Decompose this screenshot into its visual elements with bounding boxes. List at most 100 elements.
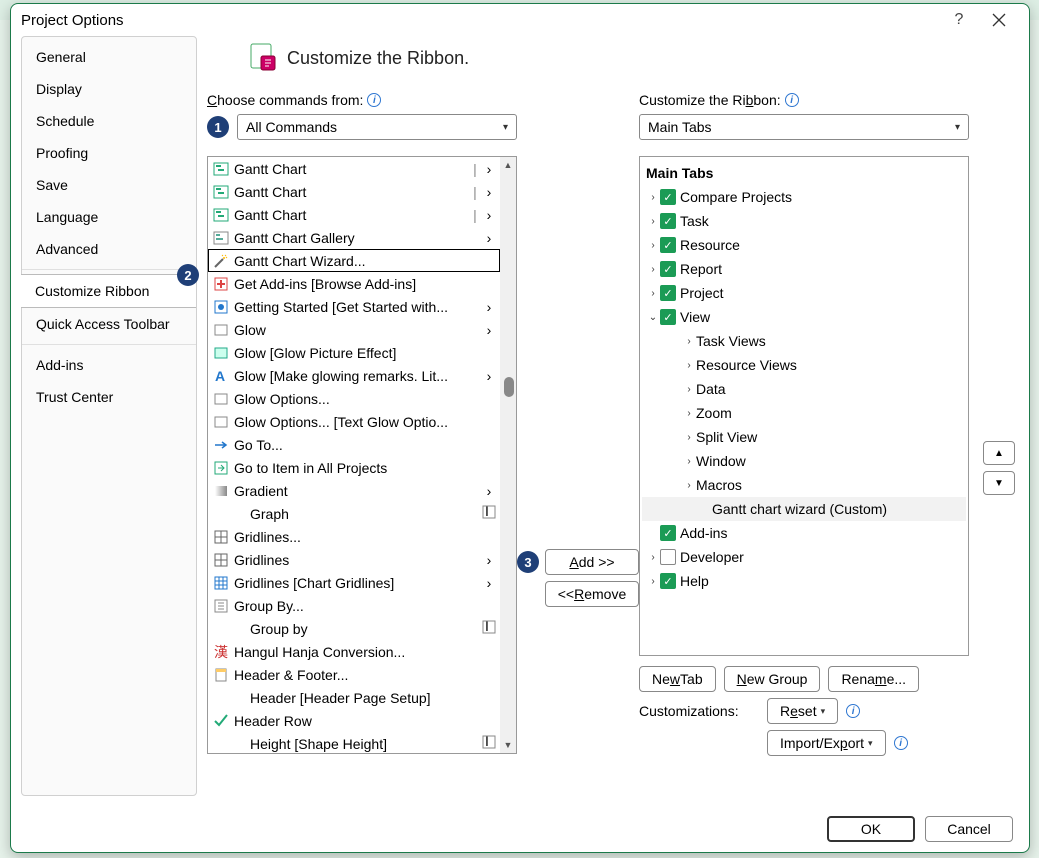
scroll-thumb[interactable]: [504, 377, 514, 397]
nav-item-display[interactable]: Display: [22, 73, 196, 105]
info-icon[interactable]: i: [894, 736, 908, 750]
tree-node[interactable]: ›✓Compare Projects: [642, 185, 966, 209]
command-item[interactable]: Getting Started [Get Started with...›: [208, 295, 500, 318]
customize-ribbon-dropdown[interactable]: Main Tabs ▾: [639, 114, 969, 140]
expand-toggle-icon[interactable]: ›: [646, 576, 660, 587]
tree-node[interactable]: ›Split View: [642, 425, 966, 449]
tree-node[interactable]: ›✓Help: [642, 569, 966, 593]
checkbox[interactable]: ✓: [660, 525, 676, 541]
tree-node[interactable]: ⌄✓View: [642, 305, 966, 329]
command-item[interactable]: 漢Hangul Hanja Conversion...: [208, 640, 500, 663]
nav-item-customize-ribbon[interactable]: Customize Ribbon: [21, 274, 196, 308]
command-item[interactable]: Go To...: [208, 433, 500, 456]
nav-item-trust-center[interactable]: Trust Center: [22, 381, 196, 413]
checkbox[interactable]: ✓: [660, 309, 676, 325]
checkbox[interactable]: ✓: [660, 573, 676, 589]
expand-toggle-icon[interactable]: ›: [646, 192, 660, 203]
nav-item-language[interactable]: Language: [22, 201, 196, 233]
remove-button[interactable]: << Remove: [545, 581, 639, 607]
command-item[interactable]: Gantt Chart Wizard...: [208, 249, 500, 272]
tree-node[interactable]: ›✓Task: [642, 209, 966, 233]
ribbon-tree[interactable]: Main Tabs ›✓Compare Projects›✓Task›✓Reso…: [639, 156, 969, 656]
command-item[interactable]: Glow [Glow Picture Effect]: [208, 341, 500, 364]
close-button[interactable]: [979, 6, 1019, 34]
command-item[interactable]: GraphI: [208, 502, 500, 525]
checkbox[interactable]: ✓: [660, 237, 676, 253]
expand-toggle-icon[interactable]: ›: [646, 288, 660, 299]
scroll-up-icon[interactable]: ▲: [500, 157, 516, 173]
checkbox[interactable]: ✓: [660, 213, 676, 229]
info-icon[interactable]: i: [367, 93, 381, 107]
tree-node[interactable]: ›Resource Views: [642, 353, 966, 377]
command-item[interactable]: Get Add-ins [Browse Add-ins]: [208, 272, 500, 295]
scrollbar[interactable]: ▲ ▼: [500, 157, 516, 753]
command-item[interactable]: Gridlines [Chart Gridlines]›: [208, 571, 500, 594]
command-item[interactable]: Header Row: [208, 709, 500, 732]
tree-node[interactable]: ›Window: [642, 449, 966, 473]
nav-item-save[interactable]: Save: [22, 169, 196, 201]
info-icon[interactable]: i: [785, 93, 799, 107]
command-item[interactable]: Gantt Chart|›: [208, 157, 500, 180]
expand-toggle-icon[interactable]: ›: [682, 408, 696, 419]
nav-item-proofing[interactable]: Proofing: [22, 137, 196, 169]
checkbox[interactable]: ✓: [660, 189, 676, 205]
nav-item-advanced[interactable]: Advanced: [22, 233, 196, 265]
nav-item-add-ins[interactable]: Add-ins: [22, 349, 196, 381]
command-item[interactable]: Gridlines›: [208, 548, 500, 571]
tree-node[interactable]: ›Macros: [642, 473, 966, 497]
command-item[interactable]: Height [Shape Height]I: [208, 732, 500, 754]
tree-node[interactable]: Gantt chart wizard (Custom): [642, 497, 966, 521]
command-item[interactable]: Glow Options...: [208, 387, 500, 410]
checkbox[interactable]: ✓: [660, 261, 676, 277]
expand-toggle-icon[interactable]: ›: [682, 480, 696, 491]
help-button[interactable]: ?: [939, 6, 979, 34]
tree-node[interactable]: ›Task Views: [642, 329, 966, 353]
command-item[interactable]: Gantt Chart|›: [208, 180, 500, 203]
expand-toggle-icon[interactable]: ›: [682, 336, 696, 347]
move-down-button[interactable]: ▼: [983, 471, 1015, 495]
new-group-button[interactable]: New Group: [724, 666, 821, 692]
choose-commands-dropdown[interactable]: All Commands ▾: [237, 114, 517, 140]
tree-node[interactable]: ›Developer: [642, 545, 966, 569]
tree-node[interactable]: ›Zoom: [642, 401, 966, 425]
nav-item-general[interactable]: General: [22, 41, 196, 73]
command-item[interactable]: Go to Item in All Projects: [208, 456, 500, 479]
checkbox[interactable]: [660, 549, 676, 565]
ok-button[interactable]: OK: [827, 816, 915, 842]
command-item[interactable]: Gridlines...: [208, 525, 500, 548]
import-export-dropdown[interactable]: Import/Export▾: [767, 730, 886, 756]
command-item[interactable]: AGlow [Make glowing remarks. Lit...›: [208, 364, 500, 387]
command-item[interactable]: Group byI: [208, 617, 500, 640]
command-item[interactable]: Gradient›: [208, 479, 500, 502]
tree-node[interactable]: ✓Add-ins: [642, 521, 966, 545]
expand-toggle-icon[interactable]: ⌄: [646, 312, 660, 323]
command-item[interactable]: Header [Header Page Setup]: [208, 686, 500, 709]
expand-toggle-icon[interactable]: ›: [682, 432, 696, 443]
command-item[interactable]: Group By...: [208, 594, 500, 617]
command-item[interactable]: Header & Footer...: [208, 663, 500, 686]
expand-toggle-icon[interactable]: ›: [682, 384, 696, 395]
command-item[interactable]: Glow›: [208, 318, 500, 341]
expand-toggle-icon[interactable]: ›: [646, 552, 660, 563]
rename-button[interactable]: Rename...: [828, 666, 919, 692]
command-item[interactable]: Gantt Chart Gallery›: [208, 226, 500, 249]
command-item[interactable]: Glow Options... [Text Glow Optio...: [208, 410, 500, 433]
expand-toggle-icon[interactable]: ›: [646, 264, 660, 275]
expand-toggle-icon[interactable]: ›: [646, 240, 660, 251]
scroll-down-icon[interactable]: ▼: [500, 737, 516, 753]
tree-node[interactable]: ›✓Project: [642, 281, 966, 305]
expand-toggle-icon[interactable]: ›: [682, 360, 696, 371]
reset-dropdown[interactable]: Reset▾: [767, 698, 838, 724]
tree-node[interactable]: ›✓Report: [642, 257, 966, 281]
tree-node[interactable]: ›✓Resource: [642, 233, 966, 257]
new-tab-button[interactable]: New Tab: [639, 666, 716, 692]
move-up-button[interactable]: ▲: [983, 441, 1015, 465]
tree-node[interactable]: ›Data: [642, 377, 966, 401]
nav-item-quick-access-toolbar[interactable]: Quick Access Toolbar: [22, 308, 196, 340]
cancel-button[interactable]: Cancel: [925, 816, 1013, 842]
info-icon[interactable]: i: [846, 704, 860, 718]
command-item[interactable]: Gantt Chart|›: [208, 203, 500, 226]
add-button[interactable]: Add >>: [545, 549, 639, 575]
commands-listbox[interactable]: Gantt Chart|›Gantt Chart|›Gantt Chart|›G…: [207, 156, 517, 754]
expand-toggle-icon[interactable]: ›: [682, 456, 696, 467]
